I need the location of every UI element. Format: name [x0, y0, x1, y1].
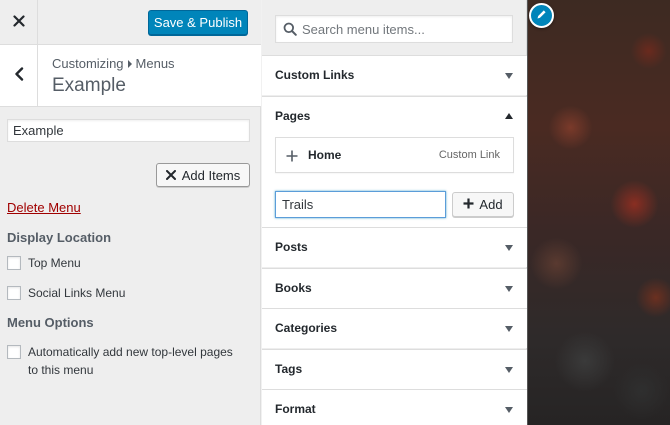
section-pages[interactable]: Pages — [262, 96, 527, 136]
search-box[interactable] — [275, 15, 513, 43]
menu-options-title: Menu Options — [7, 315, 94, 330]
section-tags[interactable]: Tags — [262, 349, 527, 389]
chevron-down-icon — [505, 286, 513, 292]
location-top-menu-label: Top Menu — [28, 256, 81, 270]
chevron-left-icon — [14, 66, 24, 86]
section-custom-links[interactable]: Custom Links — [262, 55, 527, 95]
location-social-menu-row[interactable]: Social Links Menu — [7, 284, 125, 302]
site-preview — [528, 0, 670, 425]
section-books-title: Books — [275, 281, 312, 295]
add-page-button[interactable]: Add — [452, 192, 514, 217]
breadcrumb-current: Menus — [135, 56, 175, 71]
available-menu-items-panel: Custom Links Pages Home Custom Link Add … — [262, 0, 527, 425]
display-location-title: Display Location — [7, 230, 112, 245]
section-posts[interactable]: Posts — [262, 227, 527, 267]
menu-name-input[interactable] — [7, 119, 250, 142]
section-title: Example — [52, 75, 126, 96]
page-item-home[interactable]: Home Custom Link — [275, 137, 514, 173]
delete-menu-link[interactable]: Delete Menu — [7, 200, 81, 215]
add-items-label: Add Items — [181, 167, 241, 183]
search-input[interactable] — [302, 20, 507, 38]
auto-add-label-line2: to this menu — [28, 363, 94, 377]
pages-section-content: Home Custom Link Add — [262, 136, 527, 227]
page-item-type: Custom Link — [438, 149, 500, 161]
section-pages-title: Pages — [275, 109, 311, 123]
auto-add-label-line1: Automatically add new top-level pages — [28, 345, 233, 359]
plus-icon — [463, 197, 474, 212]
section-tags-title: Tags — [275, 362, 303, 376]
breadcrumb-parent: Customizing — [52, 56, 124, 71]
add-page-label: Add — [479, 197, 503, 212]
section-categories[interactable]: Categories — [262, 308, 527, 348]
add-items-button[interactable]: Add Items — [156, 163, 250, 187]
close-icon — [165, 168, 176, 183]
page-item-title: Home — [308, 148, 342, 162]
close-icon — [12, 14, 25, 32]
chevron-up-icon — [505, 113, 513, 119]
location-social-menu-checkbox[interactable] — [7, 286, 21, 300]
section-format-title: Format — [275, 402, 316, 416]
breadcrumb-arrow-icon — [127, 59, 132, 68]
section-categories-title: Categories — [275, 321, 338, 335]
location-top-menu-row[interactable]: Top Menu — [7, 254, 81, 272]
location-social-menu-label: Social Links Menu — [28, 286, 126, 300]
save-publish-button[interactable]: Save & Publish — [148, 10, 248, 35]
new-page-title-input[interactable] — [275, 191, 446, 218]
section-header: Customizing Menus Example — [0, 45, 261, 107]
location-top-menu-checkbox[interactable] — [7, 256, 21, 270]
back-button[interactable] — [0, 45, 38, 107]
close-customizer-button[interactable] — [0, 0, 38, 45]
auto-add-checkbox[interactable] — [7, 345, 21, 359]
chevron-down-icon — [505, 367, 513, 373]
section-posts-title: Posts — [275, 240, 308, 254]
breadcrumb: Customizing Menus — [52, 56, 175, 71]
section-books[interactable]: Books — [262, 268, 527, 308]
chevron-down-icon — [505, 245, 513, 251]
chevron-down-icon — [505, 326, 513, 332]
auto-add-row[interactable]: Automatically add new top-level pages to… — [7, 343, 233, 379]
pencil-icon — [536, 7, 547, 25]
auto-add-label: Automatically add new top-level pages to… — [28, 343, 233, 379]
chevron-down-icon — [505, 407, 513, 413]
customizer-header: Save & Publish — [0, 0, 261, 45]
chevron-down-icon — [505, 73, 513, 79]
section-format[interactable]: Format — [262, 389, 527, 425]
customizer-sidebar: Save & Publish Customizing Menus Example… — [0, 0, 261, 425]
edit-shortcut-button[interactable] — [529, 3, 554, 28]
section-custom-links-title: Custom Links — [275, 68, 355, 82]
